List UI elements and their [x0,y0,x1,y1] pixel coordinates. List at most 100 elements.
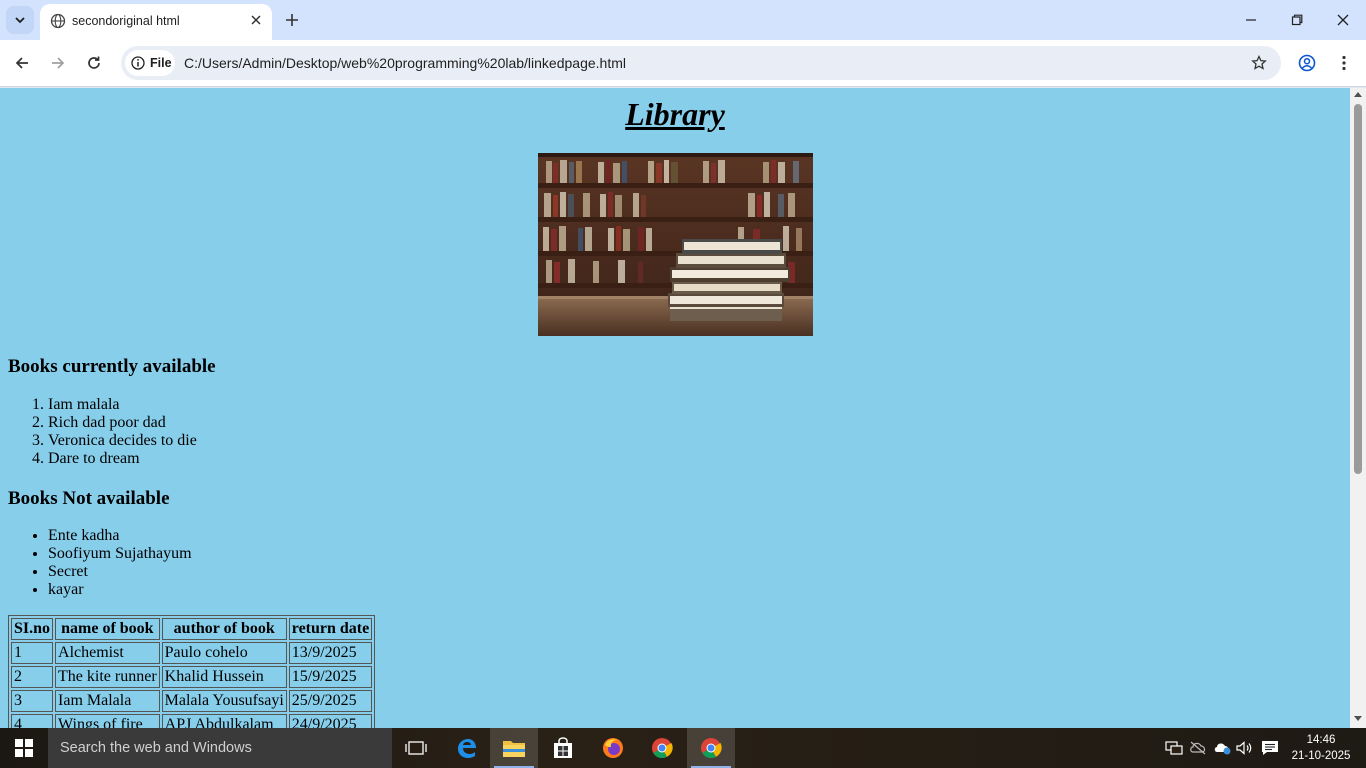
table-cell: The kite runner [55,666,160,688]
profile-icon [1298,54,1316,72]
list-item: Iam malala [48,396,197,414]
browser-toolbar: File C:/Users/Admin/Desktop/web%20progra… [0,40,1366,87]
onedrive-icon[interactable] [1213,740,1231,756]
browser-tab[interactable]: secondoriginal html [40,4,272,40]
column-header: author of book [161,618,287,640]
library-image [538,153,813,336]
menu-button[interactable] [1333,52,1355,74]
page-title: Library [625,96,725,132]
system-clock[interactable]: 14:46 21-10-2025 [1284,732,1358,764]
clock-time: 14:46 [1306,734,1336,746]
chip-label: File [150,56,172,70]
task-view-icon [405,741,427,755]
new-tab-button[interactable] [282,10,302,30]
folder-icon [503,741,525,757]
available-books-list: Iam malala Rich dad poor dad Veronica de… [48,396,197,468]
table-cell: 15/9/2025 [288,666,373,688]
minimize-icon [1246,19,1256,21]
notifications-icon[interactable] [1261,740,1279,756]
table-cell: 24/9/2025 [288,714,373,728]
list-item: Veronica decides to die [48,432,197,450]
list-item: Secret [48,563,192,581]
close-window-button[interactable] [1333,10,1353,30]
taskbar-store[interactable] [539,728,587,768]
table-cell: Khalid Hussein [161,666,287,688]
address-bar[interactable]: File C:/Users/Admin/Desktop/web%20progra… [121,46,1281,80]
more-vertical-icon [1342,55,1346,71]
table-row: 4 Wings of fire APJ Abdulkalam 24/9/2025 [11,714,373,728]
vertical-scrollbar[interactable] [1350,88,1366,728]
taskbar-edge[interactable] [442,728,490,768]
table-cell: 1 [11,642,54,664]
tab-strip: secondoriginal html [0,0,1366,40]
taskbar-chrome[interactable] [638,728,686,768]
table-cell: 3 [11,690,54,712]
close-tab-icon[interactable] [248,12,264,28]
tab-title: secondoriginal html [72,14,180,28]
network-icon[interactable] [1165,740,1183,756]
list-item: Soofiyum Sujathayum [48,545,192,563]
table-row: 1 Alchemist Paulo cohelo 13/9/2025 [11,642,373,664]
reload-icon [88,56,100,69]
clock-date: 21-10-2025 [1291,750,1351,762]
volume-icon[interactable] [1236,740,1254,756]
unavailable-heading: Books Not available [8,488,170,509]
edge-icon [458,739,476,758]
taskbar-search-box[interactable]: Search the web and Windows [48,728,392,768]
page-viewport: Library Books currently available 1. Iam… [0,88,1350,728]
windows-taskbar: Search the web and Windows 14:46 21-10-2… [0,728,1366,768]
unavailable-books-list: Ente kadha Soofiyum Sujathayum Secret ka… [48,527,192,599]
chrome-icon [701,738,722,759]
restore-button[interactable] [1287,10,1307,30]
table-cell: Paulo cohelo [161,642,287,664]
books-table: SI.no name of book author of book return… [8,615,376,728]
column-header: SI.no [11,618,54,640]
info-icon [131,56,145,70]
scroll-thumb[interactable] [1354,104,1362,474]
chevron-down-icon [15,17,25,24]
back-button[interactable] [11,52,33,74]
globe-icon [50,13,66,29]
table-cell: Iam Malala [55,690,160,712]
profile-button[interactable] [1296,52,1318,74]
column-header: return date [288,618,373,640]
url-text[interactable]: C:/Users/Admin/Desktop/web%20programming… [184,55,626,71]
close-icon [1337,14,1349,26]
minimize-button[interactable] [1241,10,1261,30]
tab-search-button[interactable] [6,6,34,34]
task-view-button[interactable] [392,728,440,768]
column-header: name of book [55,618,160,640]
table-cell: Wings of fire [55,714,160,728]
reload-button[interactable] [83,52,105,74]
table-cell: 13/9/2025 [288,642,373,664]
list-item: Ente kadha [48,527,192,545]
taskbar-chrome-active[interactable] [687,728,735,768]
taskbar-file-explorer[interactable] [490,728,538,768]
scroll-down-arrow-icon[interactable] [1354,716,1362,721]
table-header-row: SI.no name of book author of book return… [11,618,373,640]
arrow-right-icon [52,57,65,69]
taskbar-firefox[interactable] [589,728,637,768]
scroll-up-arrow-icon[interactable] [1354,92,1362,97]
list-item: Dare to dream [48,450,197,468]
store-icon [554,737,572,758]
table-cell: Alchemist [55,642,160,664]
windows-logo-icon [15,739,33,757]
forward-button[interactable] [47,52,69,74]
table-cell: 4 [11,714,54,728]
table-row: 3 Iam Malala Malala Yousufsayi 25/9/2025 [11,690,373,712]
sync-off-icon[interactable] [1189,740,1207,756]
chrome-icon [652,738,673,759]
list-item: kayar [48,581,192,599]
start-button[interactable] [0,728,48,768]
table-cell: APJ Abdulkalam [161,714,287,728]
table-cell: 25/9/2025 [288,690,373,712]
available-heading: Books currently available [8,356,216,377]
site-info-chip[interactable]: File [125,50,175,76]
list-item: Rich dad poor dad [48,414,197,432]
arrow-left-icon [15,57,28,69]
firefox-icon [603,738,623,758]
plus-icon [286,14,298,26]
bookmark-star-icon[interactable] [1249,53,1269,73]
table-cell: Malala Yousufsayi [161,690,287,712]
